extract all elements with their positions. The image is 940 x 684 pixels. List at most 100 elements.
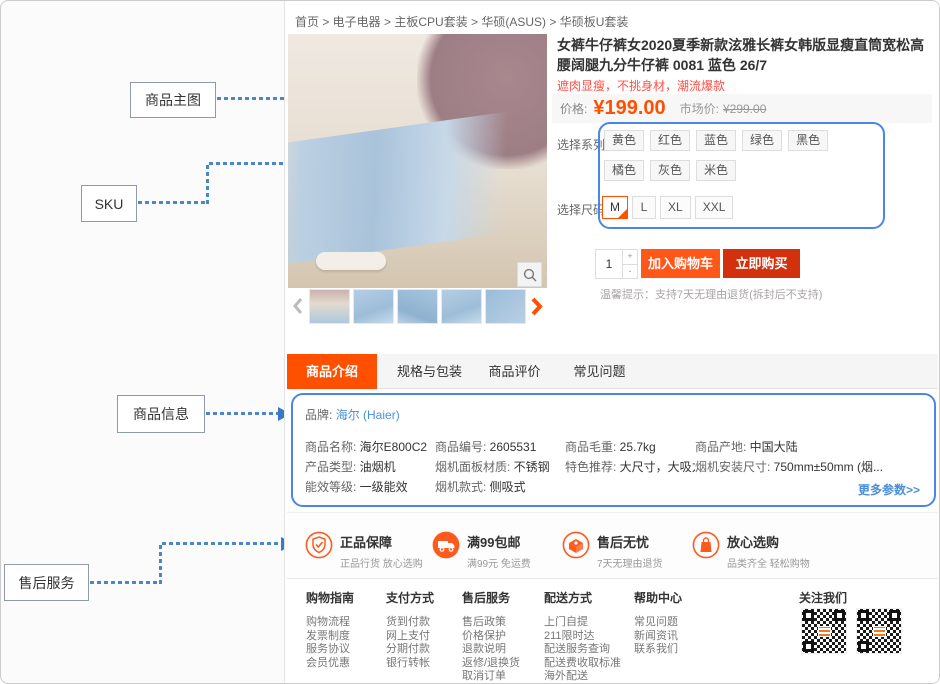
annotation-arrow-after-sales: [162, 542, 281, 545]
brand-label: 品牌:: [305, 408, 332, 422]
footer-link[interactable]: 发票制度: [306, 630, 354, 644]
breadcrumb[interactable]: 首页 > 电子电器 > 主板CPU套装 > 华硕(ASUS) > 华硕板U套装: [295, 13, 628, 30]
more-params-link[interactable]: 更多参数>>: [858, 481, 920, 498]
price-value: ¥199.00: [593, 97, 665, 120]
size-chip[interactable]: XL: [660, 196, 691, 219]
thumbnail[interactable]: [309, 289, 350, 324]
footer-link[interactable]: 联系我们: [634, 643, 682, 657]
price-bar: 价格: ¥199.00 市场价: ¥299.00: [552, 94, 932, 123]
color-chip[interactable]: 红色: [650, 130, 690, 151]
footer-link[interactable]: 购物流程: [306, 616, 354, 630]
color-chip[interactable]: 灰色: [650, 160, 690, 181]
size-chip[interactable]: L: [632, 196, 656, 219]
footer-col-follow-us: 关注我们: [799, 589, 847, 606]
magnifier-icon[interactable]: [517, 262, 542, 287]
detail-tab[interactable]: 规格与包装: [387, 354, 472, 389]
detail-tab[interactable]: 常见问题: [557, 354, 642, 389]
buy-now-button[interactable]: 立即购买: [723, 249, 800, 278]
footer-link[interactable]: 211限时达: [544, 630, 621, 644]
footer-link[interactable]: 银行转帐: [386, 657, 434, 671]
color-chip[interactable]: 绿色: [742, 130, 782, 151]
footer-link[interactable]: 售后政策: [462, 616, 520, 630]
service-badges-row: 正品保障 正品行货 放心选购 满99包邮 满99元 免运费 售后无忧 7天无理由…: [287, 512, 938, 579]
thumbnail[interactable]: [397, 289, 438, 324]
spec-cell: 特色推荐: 大尺寸，大吸力，静音...: [565, 458, 695, 478]
product-photo-sandal: [316, 252, 386, 270]
service-title: 售后无忧: [597, 532, 663, 551]
service-subtitle: 满99元 免运费: [467, 555, 531, 570]
annotation-label-product-info: 商品信息: [117, 395, 205, 433]
size-options: MLXLXXL: [602, 196, 737, 219]
service-badge-assured: 放心选购 品类齐全 轻松购物: [692, 531, 810, 570]
product-main-image[interactable]: [288, 34, 547, 288]
product-page-panel: 首页 > 电子电器 > 主板CPU套装 > 华硕(ASUS) > 华硕板U套装 …: [284, 1, 940, 683]
quantity-increase-button[interactable]: +: [623, 250, 637, 265]
color-chip[interactable]: 黄色: [604, 130, 644, 151]
footer-col-title: 帮助中心: [634, 589, 682, 606]
thumbnail-next-icon[interactable]: [530, 294, 544, 318]
annotation-arrow-sku: [138, 201, 209, 204]
gift-box-icon: [562, 531, 590, 559]
footer-link[interactable]: 上门自提: [544, 616, 621, 630]
footer-link[interactable]: 配送费收取标准: [544, 657, 621, 671]
size-label: 选择尺码:: [557, 201, 608, 218]
annotated-screenshot: 商品主图 SKU 商品信息 售后服务 首页 > 电子电器 > 主板CPU套装 >…: [0, 0, 940, 684]
service-title: 正品保障: [340, 532, 423, 551]
brand-link[interactable]: 海尔 (Haier): [336, 408, 400, 422]
footer-link[interactable]: 分期付款: [386, 643, 434, 657]
footer-link[interactable]: 海外配送: [544, 670, 621, 684]
footer-col-aftersales: 售后服务 售后政策价格保护退款说明返修/退换货取消订单: [462, 589, 520, 684]
size-chip[interactable]: XXL: [695, 196, 734, 219]
footer-col-title: 售后服务: [462, 589, 520, 606]
color-chip[interactable]: 黑色: [788, 130, 828, 151]
quantity-decrease-button[interactable]: -: [623, 265, 637, 279]
footer-col-title: 购物指南: [306, 589, 354, 606]
footer-link[interactable]: 网上支付: [386, 630, 434, 644]
footer-link[interactable]: 取消订单: [462, 670, 520, 684]
product-promo-text: 遮肉显瘦，不挑身材，潮流爆款: [557, 77, 725, 94]
return-policy-tip: 温馨提示：支持7天无理由退货(拆封后不支持): [600, 286, 822, 302]
qr-logo: [818, 626, 831, 637]
footer-link[interactable]: 价格保护: [462, 630, 520, 644]
annotation-label-sku: SKU: [81, 185, 137, 222]
service-subtitle: 品类齐全 轻松购物: [727, 555, 810, 570]
service-subtitle: 正品行货 放心选购: [340, 555, 423, 570]
price-label: 价格:: [560, 100, 587, 117]
thumbnail[interactable]: [485, 289, 526, 324]
color-chip[interactable]: 米色: [696, 160, 736, 181]
footer-link[interactable]: 服务协议: [306, 643, 354, 657]
footer-col-title: 关注我们: [799, 589, 847, 606]
color-chip[interactable]: 橘色: [604, 160, 644, 181]
footer-link[interactable]: 货到付款: [386, 616, 434, 630]
annotation-arrow-sku: [206, 163, 209, 204]
service-title: 放心选购: [727, 532, 810, 551]
product-title: 女裤牛仔裤女2020夏季新款泫雅长裤女韩版显瘦直筒宽松高腰阔腿九分牛仔裤 008…: [557, 35, 935, 75]
brand-row: 品牌: 海尔 (Haier): [305, 406, 922, 423]
shopping-bag-icon: [692, 531, 720, 559]
quantity-value[interactable]: 1: [596, 250, 622, 278]
thumbnail[interactable]: [353, 289, 394, 324]
footer-col-title: 支付方式: [386, 589, 434, 606]
footer-link[interactable]: 配送服务查询: [544, 643, 621, 657]
footer-link[interactable]: 返修/退换货: [462, 657, 520, 671]
footer-link[interactable]: 常见问题: [634, 616, 682, 630]
annotation-label-after-sales: 售后服务: [4, 564, 89, 601]
quantity-stepper: 1 + -: [595, 249, 638, 279]
add-to-cart-button[interactable]: 加入购物车: [641, 249, 720, 278]
color-options: 黄色红色蓝色绿色黑色橘色灰色米色: [604, 130, 842, 190]
detail-tab[interactable]: 商品介绍: [287, 354, 377, 389]
spec-cell: 烟机面板材质: 不锈钢: [435, 458, 565, 478]
spec-cell: 能效等级: 一级能效: [305, 478, 435, 498]
color-chip[interactable]: 蓝色: [696, 130, 736, 151]
thumbnail[interactable]: [441, 289, 482, 324]
thumbnail-prev-icon[interactable]: [292, 294, 306, 318]
spec-cell: 商品编号: 2605531: [435, 438, 565, 458]
size-chip[interactable]: M: [602, 196, 628, 219]
spec-cell: 烟机安装尺寸: 750mm±50mm (烟...: [695, 458, 922, 478]
annotation-label-main-image: 商品主图: [130, 82, 216, 118]
annotation-arrow-after-sales: [159, 543, 162, 584]
footer-link[interactable]: 新闻资讯: [634, 630, 682, 644]
footer-link[interactable]: 退款说明: [462, 643, 520, 657]
detail-tab[interactable]: 商品评价: [472, 354, 557, 389]
footer-link[interactable]: 会员优惠: [306, 657, 354, 671]
